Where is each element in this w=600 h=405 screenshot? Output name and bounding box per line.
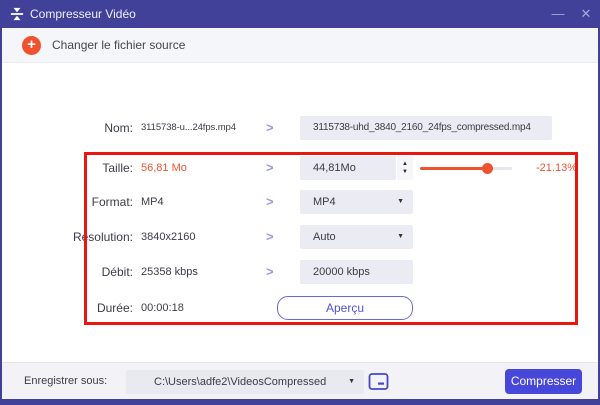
- save-path-value: C:\Users\adfe2\VideosCompressed: [154, 376, 326, 388]
- row-format: Format: MP4 > MP4 ▼: [0, 190, 600, 214]
- chevron-right-icon: >: [266, 225, 274, 249]
- row-taille: Taille: 56,81 Mo > 44,81Mo ▲ ▼ -21.13%: [0, 156, 600, 180]
- chevron-down-icon: ▼: [397, 225, 404, 249]
- target-size-input[interactable]: 44,81Mo: [300, 156, 396, 180]
- open-folder-button[interactable]: [368, 372, 389, 391]
- taille-label: Taille:: [0, 156, 133, 180]
- size-stepper-down-icon[interactable]: ▼: [402, 169, 408, 175]
- size-stepper-up-icon[interactable]: ▲: [402, 161, 408, 167]
- taille-source-value: 56,81 Mo: [141, 156, 187, 180]
- size-stepper: ▲ ▼: [397, 156, 413, 180]
- row-resolution: Résolution: 3840x2160 > Auto ▼: [0, 225, 600, 249]
- source-bar: + Changer le fichier source: [2, 28, 598, 63]
- duree-label: Durée:: [0, 296, 133, 320]
- add-source-icon[interactable]: +: [22, 36, 41, 55]
- format-dropdown[interactable]: MP4 ▼: [300, 190, 413, 214]
- chevron-down-icon: ▼: [397, 190, 404, 214]
- format-source-value: MP4: [141, 190, 164, 214]
- nom-source-value: 3115738-u...24fps.mp4: [141, 116, 236, 140]
- chevron-right-icon: >: [266, 156, 274, 180]
- bitrate-input[interactable]: 20000 kbps: [300, 260, 413, 284]
- format-label: Format:: [0, 190, 133, 214]
- window-border-bottom: [0, 399, 600, 405]
- title-bar: Compresseur Vidéo — ✕: [0, 0, 600, 28]
- nom-label: Nom:: [0, 116, 133, 140]
- footer-bar: Enregistrer sous: C:\Users\adfe2\VideosC…: [2, 362, 598, 399]
- size-reduction-percent: -21.13%: [536, 156, 577, 180]
- save-as-label: Enregistrer sous:: [24, 363, 107, 400]
- preview-button[interactable]: Aperçu: [277, 296, 413, 320]
- duree-source-value: 00:00:18: [141, 296, 184, 320]
- resolution-source-value: 3840x2160: [141, 225, 195, 249]
- chevron-right-icon: >: [266, 190, 274, 214]
- compress-button[interactable]: Compresser: [505, 369, 582, 394]
- row-nom: Nom: 3115738-u...24fps.mp4 > 3115738-uhd…: [0, 116, 600, 140]
- debit-label: Débit:: [0, 260, 133, 284]
- format-dropdown-value: MP4: [313, 196, 336, 208]
- app-window: Compresseur Vidéo — ✕ + Changer le fichi…: [0, 0, 600, 405]
- change-source-button[interactable]: Changer le fichier source: [52, 28, 185, 63]
- chevron-right-icon: >: [266, 260, 274, 284]
- minimize-button[interactable]: —: [544, 0, 572, 28]
- size-slider-fill: [420, 167, 487, 170]
- chevron-right-icon: >: [266, 116, 274, 140]
- window-border-left: [0, 28, 2, 405]
- size-slider-handle[interactable]: [482, 163, 493, 174]
- resolution-dropdown[interactable]: Auto ▼: [300, 225, 413, 249]
- debit-source-value: 25358 kbps: [141, 260, 198, 284]
- resolution-dropdown-value: Auto: [313, 231, 336, 243]
- resolution-label: Résolution:: [0, 225, 133, 249]
- compress-icon: [10, 7, 24, 21]
- chevron-down-icon: ▼: [348, 370, 355, 394]
- row-duree: Durée: 00:00:18 Aperçu: [0, 296, 600, 320]
- window-title: Compresseur Vidéo: [30, 0, 136, 28]
- row-debit: Débit: 25358 kbps > 20000 kbps: [0, 260, 600, 284]
- close-button[interactable]: ✕: [572, 0, 600, 28]
- save-path-dropdown[interactable]: C:\Users\adfe2\VideosCompressed ▼: [126, 370, 364, 394]
- size-slider[interactable]: [420, 167, 512, 170]
- output-name-input[interactable]: 3115738-uhd_3840_2160_24fps_compressed.m…: [300, 116, 552, 140]
